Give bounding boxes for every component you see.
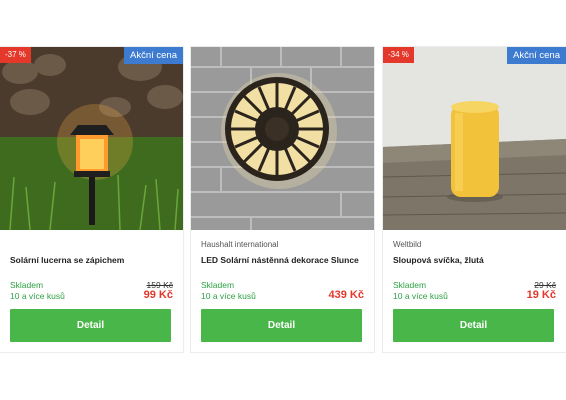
stock-quantity: 10 a více kusů <box>10 291 65 301</box>
discount-badge: -37 % <box>0 47 31 63</box>
sale-badge: Akční cena <box>124 47 183 64</box>
price: 439 Kč <box>328 289 364 301</box>
detail-button[interactable]: Detail <box>393 309 554 342</box>
stock-quantity: 10 a více kusů <box>393 291 448 301</box>
stock-info: Skladem 10 a více kusů <box>201 280 256 302</box>
stock-status: Skladem <box>10 280 44 290</box>
product-image-sun-decoration[interactable] <box>191 47 374 230</box>
detail-button[interactable]: Detail <box>201 309 362 342</box>
brand-name: Haushalt international <box>201 240 279 249</box>
product-card[interactable]: Haushalt international LED Solární nástě… <box>191 47 374 352</box>
product-image-pillar-candle[interactable]: -34 % Akční cena <box>383 47 566 230</box>
product-card[interactable]: -37 % Akční cena Solární lucerna se zápi… <box>0 47 183 352</box>
stock-info: Skladem 10 a více kusů <box>10 280 65 302</box>
product-name[interactable]: LED Solární nástěnná dekorace Slunce <box>201 254 366 266</box>
product-card[interactable]: -34 % Akční cena Weltbild Sloupová svíčk… <box>383 47 566 352</box>
stock-status: Skladem <box>201 280 235 290</box>
sale-badge: Akční cena <box>507 47 566 64</box>
stock-quantity: 10 a více kusů <box>201 291 256 301</box>
stock-status: Skladem <box>393 280 427 290</box>
product-name[interactable]: Sloupová svíčka, žlutá <box>393 254 558 266</box>
stock-info: Skladem 10 a více kusů <box>393 280 448 302</box>
product-image-solar-lantern[interactable]: -37 % Akční cena <box>0 47 183 230</box>
detail-button[interactable]: Detail <box>10 309 171 342</box>
price: 19 Kč <box>526 289 556 301</box>
price: 99 Kč <box>143 289 173 301</box>
brand-name: Weltbild <box>393 240 422 249</box>
discount-badge: -34 % <box>383 47 414 63</box>
product-name[interactable]: Solární lucerna se zápichem <box>10 254 175 266</box>
